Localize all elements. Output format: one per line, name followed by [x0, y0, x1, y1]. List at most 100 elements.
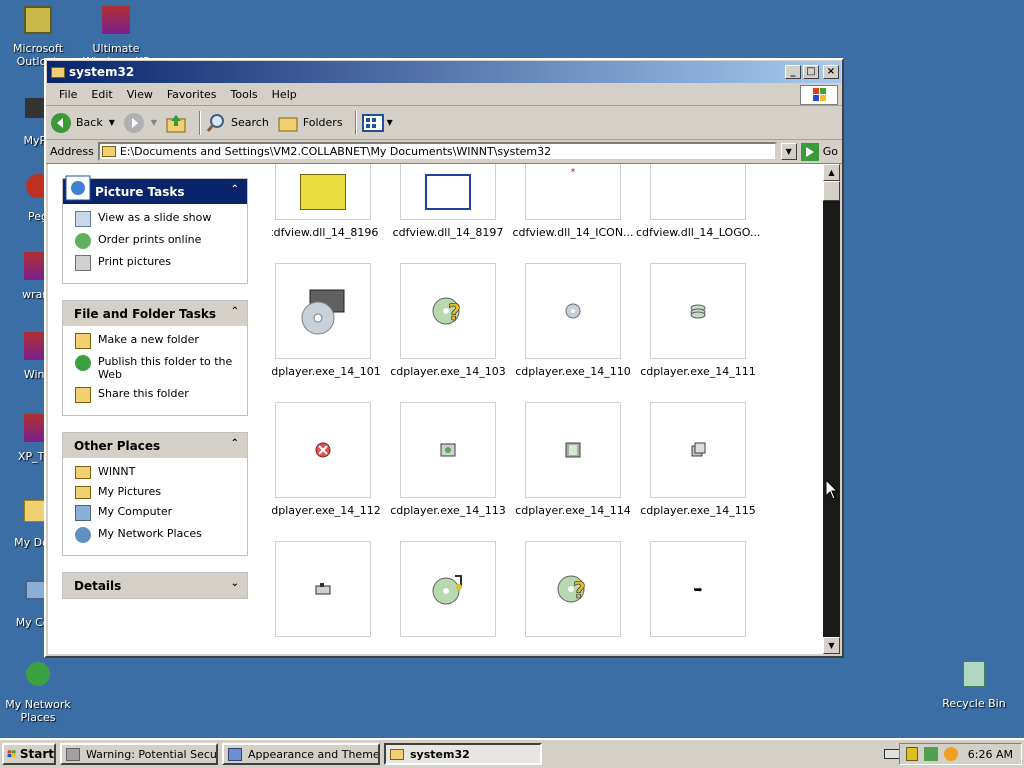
file-tile[interactable]: cdplayer.exe_14_110 [515, 263, 631, 378]
views-button[interactable]: ▼ [361, 112, 393, 134]
close-button[interactable]: × [823, 65, 839, 79]
other-places-header[interactable]: Other Places ⌃ [63, 433, 247, 458]
search-label: Search [231, 116, 269, 129]
chevron-down-icon[interactable]: ▼ [109, 118, 115, 127]
file-tile[interactable] [275, 541, 371, 643]
toolbar-separator [199, 110, 202, 135]
menu-file[interactable]: File [52, 88, 84, 101]
new-folder-icon [75, 333, 91, 349]
task-system32[interactable]: system32 [384, 743, 542, 765]
picture-tasks-header[interactable]: Picture Tasks ⌃ [63, 175, 247, 204]
search-tray-icon[interactable] [943, 747, 958, 761]
control-panel-icon [228, 747, 242, 761]
window-title: system32 [69, 65, 135, 79]
vertical-scrollbar[interactable]: ▲ ▼ [823, 164, 840, 654]
file-tile[interactable]: cdfview.dll_14_8197 [393, 164, 503, 239]
task-appearance-themes[interactable]: Appearance and Themes [222, 743, 380, 765]
scroll-track[interactable] [823, 201, 840, 637]
minimize-button[interactable]: _ [785, 65, 801, 79]
menu-edit[interactable]: Edit [84, 88, 119, 101]
file-tile[interactable]: ? cdplayer.exe_14_103 [390, 263, 506, 378]
file-name: cdplayer.exe_14_112 [272, 504, 381, 517]
folders-label: Folders [302, 116, 343, 129]
keyboard-icon[interactable] [884, 749, 900, 759]
task-label: Publish this folder to the Web [98, 355, 233, 381]
scroll-thumb[interactable] [823, 181, 840, 201]
menu-help[interactable]: Help [265, 88, 304, 101]
file-tile[interactable]: cdfview.dll_14_8196 [272, 164, 378, 239]
file-tile[interactable]: ? [525, 541, 621, 643]
address-field[interactable]: E:\Documents and Settings\VM2.COLLABNET\… [97, 142, 777, 161]
collapse-icon[interactable]: ⌃ [231, 184, 239, 195]
desktop-icon-recycle-bin[interactable]: Recycle Bin [936, 658, 1012, 710]
network-tray-icon[interactable] [923, 747, 938, 761]
task-view-slideshow[interactable]: View as a slide show [75, 211, 239, 227]
menu-favorites[interactable]: Favorites [160, 88, 224, 101]
recycle-bin-icon [958, 661, 990, 693]
file-tile[interactable]: cdplayer.exe_14_111 [640, 263, 756, 378]
file-name: cdplayer.exe_14_114 [515, 504, 631, 517]
place-my-computer[interactable]: My Computer [75, 505, 239, 521]
scroll-up-button[interactable]: ▲ [823, 164, 840, 181]
maximize-button[interactable]: □ [803, 65, 819, 79]
file-tile[interactable]: cdplayer.exe_14_114 [515, 402, 631, 517]
file-grid: cdfview.dll_14_8196 cdfview.dll_14_8197 … [272, 164, 822, 654]
file-tile[interactable]: cdplayer.exe_14_113 [390, 402, 506, 517]
toolbar-separator [354, 110, 357, 135]
task-new-folder[interactable]: Make a new folder [75, 333, 239, 349]
picture-tasks-body: View as a slide show Order prints online… [63, 204, 247, 283]
menu-view[interactable]: View [120, 88, 160, 101]
globe-icon [75, 233, 91, 249]
task-warning[interactable]: Warning: Potential Secur... [60, 743, 218, 765]
file-name: cdplayer.exe_14_103 [390, 365, 506, 378]
menu-bar: File Edit View Favorites Tools Help [46, 84, 842, 106]
folders-button[interactable]: Folders [277, 112, 343, 134]
chevron-down-icon[interactable]: ▼ [151, 118, 157, 127]
shield-icon[interactable] [905, 747, 918, 761]
menu-tools[interactable]: Tools [224, 88, 265, 101]
start-button[interactable]: Start [2, 743, 56, 765]
go-button[interactable]: Go [800, 142, 838, 161]
desktop-icon-my-network-places[interactable]: My Network Places [0, 658, 76, 724]
task-share-folder[interactable]: Share this folder [75, 387, 239, 403]
go-arrow-icon [800, 142, 819, 161]
place-my-network[interactable]: My Network Places [75, 527, 239, 543]
collapse-icon[interactable]: ⌃ [231, 306, 239, 317]
file-folder-tasks-header[interactable]: File and Folder Tasks ⌃ [63, 301, 247, 326]
file-tile[interactable]: ➥ [650, 541, 746, 643]
logo-thumbnail-icon: ◤ [650, 164, 746, 220]
views-icon [361, 113, 384, 132]
windows-logo-icon [7, 750, 16, 758]
collapse-icon[interactable]: ⌃ [231, 438, 239, 449]
expand-icon[interactable]: ⌄ [231, 578, 239, 589]
forward-arrow-icon [123, 112, 144, 133]
folder-icon [390, 748, 404, 760]
file-tile[interactable]: cdplayer.exe_14_112 [272, 402, 381, 517]
file-name: cdfview.dll_14_8197 [392, 226, 504, 239]
file-tile[interactable]: * cdfview.dll_14_ICON... [512, 164, 634, 239]
task-print-pictures[interactable]: Print pictures [75, 255, 239, 271]
clock: 6:26 AM [967, 747, 1013, 761]
address-dropdown-button[interactable]: ▼ [780, 143, 797, 160]
back-button[interactable]: Back ▼ [50, 112, 115, 134]
file-tile[interactable]: cdplayer.exe_14_115 [640, 402, 756, 517]
up-folder-button[interactable] [165, 112, 187, 134]
task-order-prints[interactable]: Order prints online [75, 233, 239, 249]
file-tile[interactable] [400, 541, 496, 643]
task-publish-web[interactable]: Publish this folder to the Web [75, 355, 239, 381]
chevron-down-icon[interactable]: ▼ [387, 118, 393, 127]
start-label: Start [19, 747, 54, 761]
search-button[interactable]: Search [205, 112, 269, 134]
cd-music-thumbnail-icon [400, 541, 496, 637]
file-tile[interactable]: ◤ cdfview.dll_14_LOGO... [636, 164, 760, 239]
task-label: Share this folder [98, 387, 189, 400]
details-header[interactable]: Details ⌄ [63, 573, 247, 598]
file-tile[interactable]: cdplayer.exe_14_101 [272, 263, 381, 378]
scroll-down-button[interactable]: ▼ [823, 637, 840, 654]
svg-text:?: ? [448, 301, 461, 326]
other-places-panel: Other Places ⌃ WINNT My Pictures My Comp… [62, 432, 248, 556]
place-my-pictures[interactable]: My Pictures [75, 485, 239, 499]
title-bar[interactable]: system32 _ □ × [47, 61, 841, 83]
forward-button[interactable]: ▼ [123, 112, 157, 134]
place-winnt[interactable]: WINNT [75, 465, 239, 479]
